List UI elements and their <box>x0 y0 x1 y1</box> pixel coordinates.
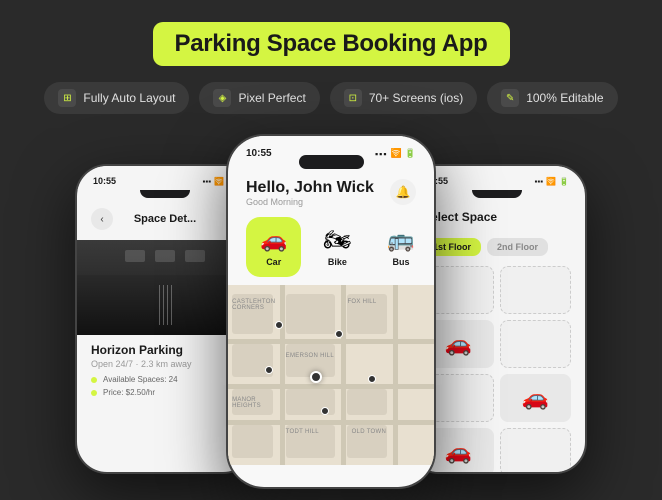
feature-auto-layout-label: Fully Auto Layout <box>83 91 175 105</box>
back-button-left[interactable]: ‹ <box>91 208 113 230</box>
pixel-perfect-icon: ◈ <box>213 89 231 107</box>
vehicle-bike-button[interactable]: 🏍 Bike <box>309 217 365 277</box>
features-row: ⊞ Fully Auto Layout ◈ Pixel Perfect ⊡ 70… <box>0 82 662 134</box>
info-dot-1 <box>91 377 97 383</box>
greeting-section: Hello, John Wick Good Morning 🔔 <box>228 169 434 213</box>
phone-center-time: 10:55 <box>246 148 272 159</box>
car-top-view-3: 🚗 <box>445 439 472 465</box>
phone-right-notch <box>472 190 522 198</box>
phone-left-title: Space Det... <box>134 213 196 225</box>
battery-icon-center: 🔋 <box>405 148 416 159</box>
signal-icon-left: ▪▪▪ <box>203 177 212 186</box>
phone-left-time: 10:55 <box>93 176 116 186</box>
dynamic-island <box>299 155 364 169</box>
app-header: Parking Space Booking App <box>0 0 662 82</box>
feature-screens-label: 70+ Screens (ios) <box>369 91 463 105</box>
parking-spot-2[interactable] <box>500 266 571 314</box>
app-title: Parking Space Booking App <box>175 30 488 58</box>
parking-spot-8[interactable] <box>500 428 571 472</box>
greeting-text: Hello, John Wick Good Morning <box>246 179 374 207</box>
signal-icon-right: ▪▪▪ <box>535 177 544 186</box>
feature-pixel-perfect-label: Pixel Perfect <box>238 91 305 105</box>
greeting-name: Hello, John Wick <box>246 179 374 197</box>
wifi-icon-left: 🛜 <box>214 177 224 186</box>
notification-button[interactable]: 🔔 <box>390 179 416 205</box>
wifi-icon-right: 🛜 <box>546 177 556 186</box>
feature-auto-layout: ⊞ Fully Auto Layout <box>44 82 189 114</box>
bike-label: Bike <box>328 257 347 267</box>
map-label-emersonhill: EMERSON HILL <box>286 353 334 359</box>
phone-center-screen: 10:55 ▪▪▪ 🛜 🔋 Hello, John Wick Good Morn… <box>228 136 434 487</box>
phone-left-notch <box>140 190 190 198</box>
editable-icon: ✎ <box>501 89 519 107</box>
feature-editable: ✎ 100% Editable <box>487 82 617 114</box>
auto-layout-icon: ⊞ <box>58 89 76 107</box>
car-top-view-1: 🚗 <box>445 331 472 357</box>
greeting-sub: Good Morning <box>246 197 374 207</box>
info-text-2: Price: $2.50/hr <box>103 388 155 397</box>
info-row-1: Available Spaces: 24 <box>91 375 239 384</box>
feature-pixel-perfect: ◈ Pixel Perfect <box>199 82 319 114</box>
info-text-1: Available Spaces: 24 <box>103 375 178 384</box>
parking-spot-6[interactable]: 🚗 <box>500 374 571 422</box>
map-label-manorheights: MANORHEIGHTS <box>232 397 261 409</box>
screens-icon: ⊡ <box>344 89 362 107</box>
phones-container: 10:55 ▪▪▪ 🛜 🔋 ‹ Space Det... <box>0 134 662 444</box>
vehicle-bus-button[interactable]: 🚌 Bus <box>373 217 428 277</box>
bike-icon: 🏍 <box>323 227 351 253</box>
feature-editable-label: 100% Editable <box>526 91 603 105</box>
parking-spot-4[interactable] <box>500 320 571 368</box>
feature-screens: ⊡ 70+ Screens (ios) <box>330 82 477 114</box>
map-label-oldtown: OLD TOWN <box>352 429 387 435</box>
map-label-foxhill: FOX HILL <box>347 299 376 305</box>
bus-icon: 🚌 <box>387 227 414 253</box>
signal-icon-center: ▪▪▪ <box>375 149 388 159</box>
car-label: Car <box>266 257 281 267</box>
map-label-castlehton: CASTLEHTONCORNERS <box>232 299 275 311</box>
wifi-icon-center: 🛜 <box>391 148 402 159</box>
info-row-2: Price: $2.50/hr <box>91 388 239 397</box>
battery-icon-right: 🔋 <box>559 177 569 186</box>
phone-center: 10:55 ▪▪▪ 🛜 🔋 Hello, John Wick Good Morn… <box>226 134 436 489</box>
floor-tab-2[interactable]: 2nd Floor <box>487 238 548 256</box>
map-area[interactable]: CASTLEHTONCORNERS FOX HILL EMERSON HILL … <box>228 285 434 465</box>
vehicle-selector: 🚗 Car 🏍 Bike 🚌 Bus <box>228 213 434 285</box>
vehicle-car-button[interactable]: 🚗 Car <box>246 217 301 277</box>
info-dot-2 <box>91 390 97 396</box>
car-icon: 🚗 <box>260 227 287 253</box>
app-title-badge: Parking Space Booking App <box>153 22 510 66</box>
bus-label: Bus <box>393 257 410 267</box>
car-top-view-2: 🚗 <box>522 385 549 411</box>
map-label-todthill: TODT HILL <box>286 429 319 435</box>
